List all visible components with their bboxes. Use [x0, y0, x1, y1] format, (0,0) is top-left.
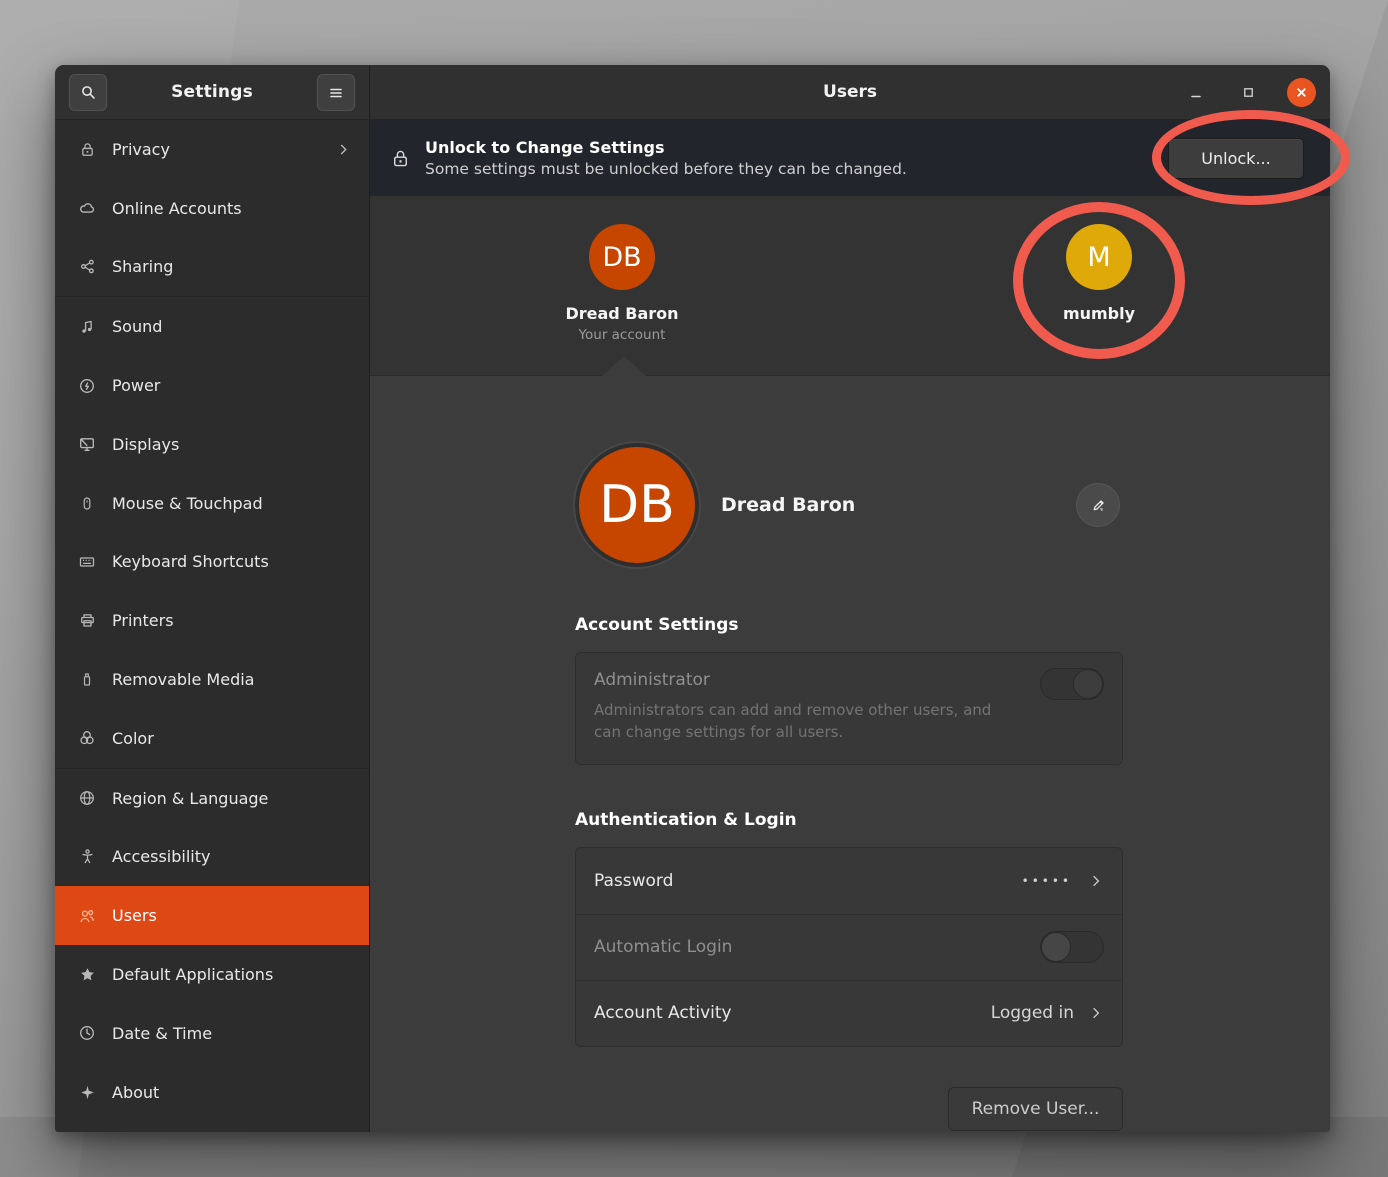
administrator-label: Administrator [594, 670, 1102, 690]
sidebar-item-mouse-touchpad[interactable]: Mouse & Touchpad [55, 474, 369, 533]
account-activity-label: Account Activity [594, 1003, 991, 1023]
remove-user-button[interactable]: Remove User... [948, 1087, 1123, 1131]
accessibility-icon [77, 847, 97, 867]
sparkle-icon [77, 1082, 97, 1102]
page-title: Users [823, 82, 877, 102]
toggle-knob [1073, 669, 1103, 699]
window-controls [1183, 65, 1316, 120]
edit-name-button[interactable] [1076, 483, 1120, 527]
cloud-icon [77, 198, 97, 218]
sidebar-title: Settings [171, 82, 253, 102]
sidebar-nav: Privacy Online Accounts Sharing Sound Po… [55, 120, 369, 1132]
settings-window: Settings Privacy Online Accounts Sharing [55, 65, 1330, 1132]
unlock-banner-title: Unlock to Change Settings [425, 137, 1168, 159]
close-button[interactable] [1287, 78, 1316, 107]
sidebar-header: Settings [55, 65, 369, 120]
sidebar-item-removable-media[interactable]: Removable Media [55, 650, 369, 709]
avatar: M [1066, 224, 1132, 290]
users-icon [77, 906, 97, 926]
account-activity-row[interactable]: Account Activity Logged in [576, 980, 1122, 1046]
sidebar-item-power[interactable]: Power [55, 356, 369, 415]
sidebar-item-default-applications[interactable]: Default Applications [55, 945, 369, 1004]
maximize-button[interactable] [1235, 80, 1261, 106]
remove-user-row: Remove User... [575, 1087, 1123, 1131]
account-activity-value: Logged in [991, 1003, 1074, 1023]
printer-icon [77, 611, 97, 631]
search-button[interactable] [69, 74, 107, 111]
menu-button[interactable] [317, 74, 355, 111]
sidebar-item-about[interactable]: About [55, 1063, 369, 1122]
main-panel: Users Unlock to Change Settings Some set… [370, 65, 1330, 1132]
globe-icon [77, 788, 97, 808]
auth-card: Password ••••• Automatic Login Account A… [575, 847, 1123, 1047]
automatic-login-toggle[interactable] [1040, 931, 1104, 963]
unlock-banner: Unlock to Change Settings Some settings … [370, 120, 1330, 196]
clock-icon [77, 1023, 97, 1043]
lock-icon [390, 148, 411, 169]
share-icon [77, 257, 97, 277]
sidebar: Settings Privacy Online Accounts Sharing [55, 65, 370, 1132]
music-note-icon [77, 317, 97, 337]
mouse-icon [77, 493, 97, 513]
automatic-login-row: Automatic Login [576, 914, 1122, 980]
color-icon [77, 728, 97, 748]
profile-name: Dread Baron [721, 494, 855, 516]
sidebar-item-online-accounts[interactable]: Online Accounts [55, 179, 369, 238]
display-icon [77, 434, 97, 454]
user-name: Dread Baron [565, 304, 678, 325]
unlock-button[interactable]: Unlock... [1168, 138, 1304, 179]
keyboard-icon [77, 552, 97, 572]
unlock-banner-text: Unlock to Change Settings Some settings … [425, 137, 1168, 180]
sidebar-item-accessibility[interactable]: Accessibility [55, 828, 369, 887]
administrator-description: Administrators can add and remove other … [594, 700, 1014, 744]
sidebar-item-displays[interactable]: Displays [55, 415, 369, 474]
password-value: ••••• [1022, 874, 1072, 888]
user-detail-panel: DB Dread Baron Account Settings Administ… [370, 376, 1330, 1132]
user-switcher: DB Dread Baron Your account M mumbly [370, 196, 1330, 376]
minimize-button[interactable] [1183, 80, 1209, 106]
power-icon [77, 376, 97, 396]
administrator-card: Administrator Administrators can add and… [575, 652, 1123, 765]
hamburger-icon [328, 85, 344, 101]
password-label: Password [594, 871, 1022, 891]
chevron-right-icon [336, 142, 351, 157]
star-icon [77, 965, 97, 985]
titlebar: Users [370, 65, 1330, 120]
sidebar-item-region-language[interactable]: Region & Language [55, 769, 369, 828]
sidebar-item-color[interactable]: Color [55, 709, 369, 768]
account-settings-heading: Account Settings [575, 615, 1330, 635]
chevron-right-icon [1088, 873, 1104, 889]
flash-drive-icon [77, 670, 97, 690]
user-name: mumbly [1063, 304, 1135, 325]
sidebar-item-keyboard-shortcuts[interactable]: Keyboard Shortcuts [55, 533, 369, 592]
sidebar-item-date-time[interactable]: Date & Time [55, 1004, 369, 1063]
administrator-toggle[interactable] [1040, 668, 1104, 700]
pencil-icon [1090, 497, 1107, 514]
password-row[interactable]: Password ••••• [576, 848, 1122, 914]
sidebar-item-sharing[interactable]: Sharing [55, 238, 369, 297]
user-subtitle: Your account [579, 327, 666, 343]
chevron-right-icon [1088, 1005, 1104, 1021]
avatar: DB [589, 224, 655, 290]
user-chip-dread-baron[interactable]: DB Dread Baron Your account [542, 224, 702, 343]
unlock-banner-subtitle: Some settings must be unlocked before th… [425, 159, 1168, 179]
selected-user-pointer [602, 356, 646, 376]
sidebar-item-users[interactable]: Users [55, 886, 369, 945]
search-icon [80, 84, 97, 101]
automatic-login-label: Automatic Login [594, 937, 1040, 957]
lock-icon [77, 139, 97, 159]
toggle-knob [1041, 932, 1071, 962]
sidebar-item-printers[interactable]: Printers [55, 591, 369, 650]
user-chip-mumbly[interactable]: M mumbly [1019, 224, 1179, 325]
sidebar-item-sound[interactable]: Sound [55, 297, 369, 356]
profile-row: DB Dread Baron [575, 440, 1123, 570]
sidebar-item-privacy[interactable]: Privacy [55, 120, 369, 179]
auth-login-heading: Authentication & Login [575, 810, 1330, 830]
avatar: DB [575, 443, 699, 567]
